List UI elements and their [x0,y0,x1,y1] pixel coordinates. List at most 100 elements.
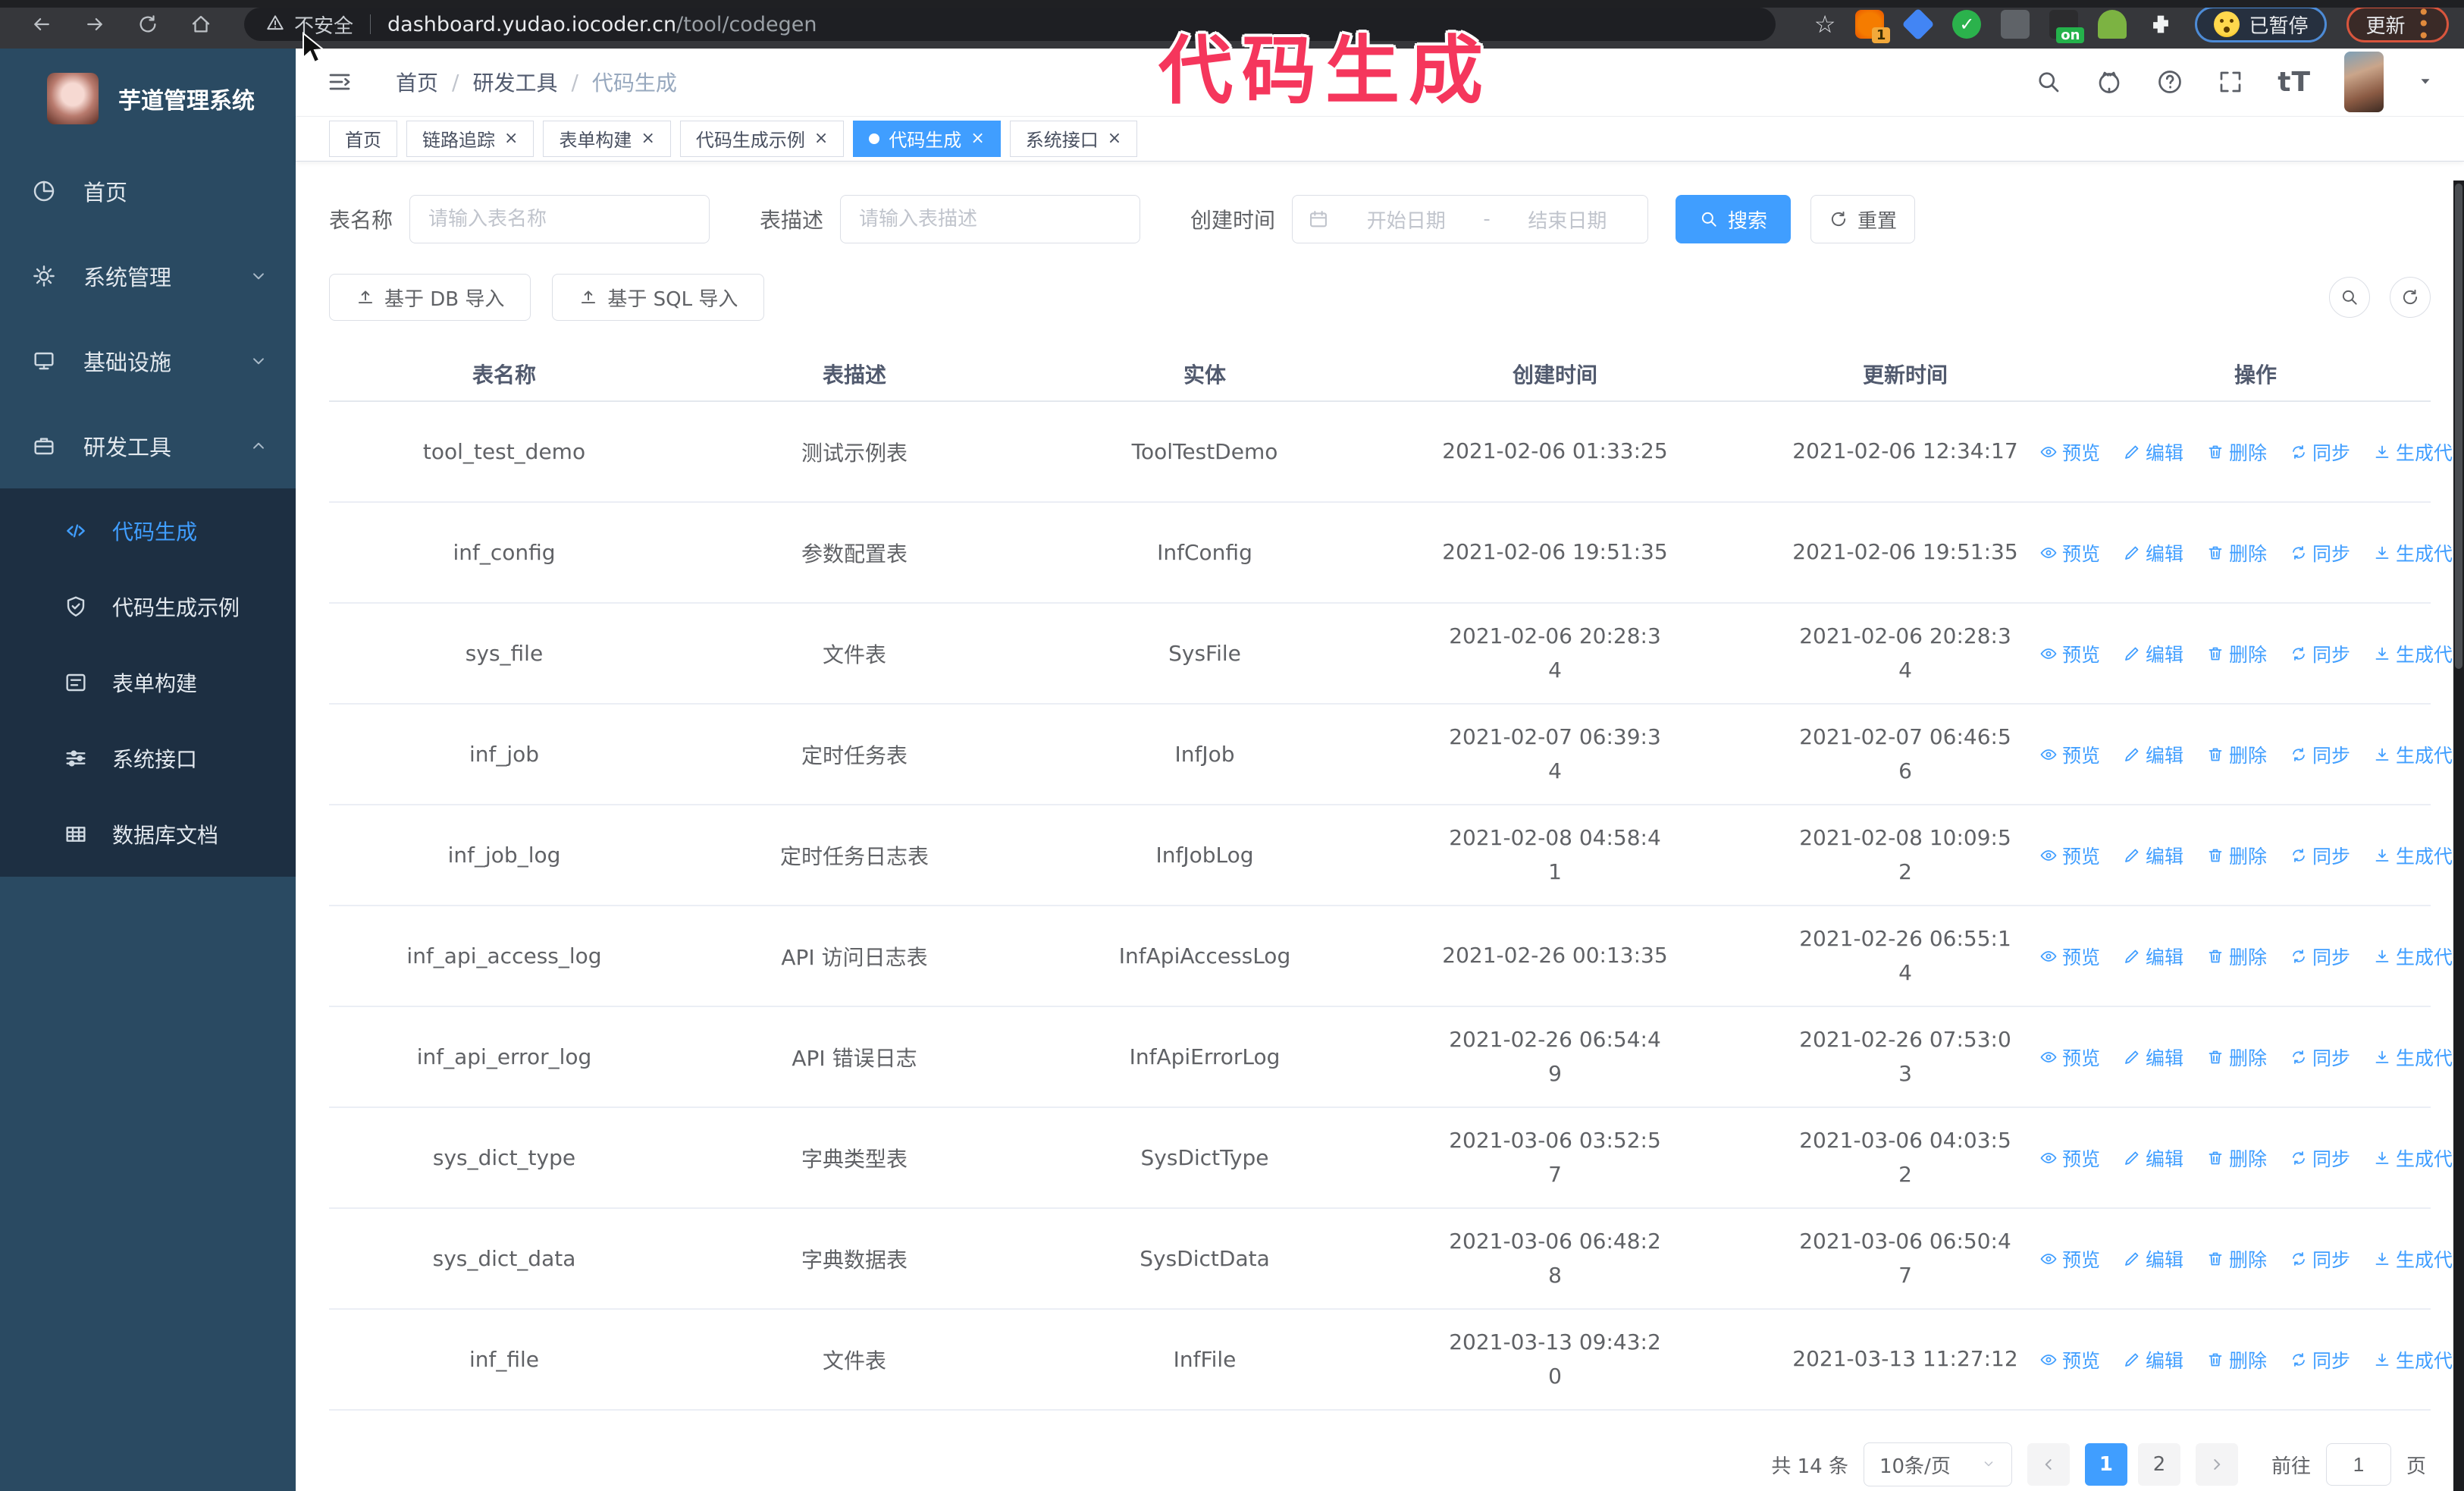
table-row[interactable]: inf_job_log 定时任务日志表 InfJobLog 2021-02-08… [329,805,2464,906]
search-button[interactable]: 搜索 [1676,195,1792,243]
edit-link[interactable]: 编辑 [2123,438,2183,466]
preview-link[interactable]: 预览 [2039,1245,2100,1273]
generate-code-link[interactable]: 生成代码 [2373,640,2464,667]
sync-link[interactable]: 同步 [2290,438,2350,466]
import-db-button[interactable]: 基于 DB 导入 [329,274,531,321]
generate-code-link[interactable]: 生成代码 [2373,741,2464,768]
dark-extension-icon[interactable]: on [2049,10,2085,43]
preview-link[interactable]: 预览 [2039,842,2100,869]
sidebar-item[interactable]: 研发工具 [0,403,296,488]
toggle-search-button[interactable] [2329,277,2370,318]
table-row[interactable]: inf_job 定时任务表 InfJob 2021-02-07 06:39:3 … [329,704,2464,805]
table-row[interactable]: sys_dict_data 字典数据表 SysDictData 2021-03-… [329,1208,2464,1310]
sync-link[interactable]: 同步 [2290,539,2350,567]
breadcrumb-item[interactable]: 代码生成 [592,67,677,97]
refresh-button[interactable] [2390,277,2431,318]
reset-button[interactable]: 重置 [1810,195,1916,243]
view-tab[interactable]: 代码生成 × [853,120,1001,157]
forward-icon[interactable] [83,13,106,36]
delete-link[interactable]: 删除 [2206,1144,2267,1172]
table-row[interactable]: inf_config 参数配置表 InfConfig 2021-02-06 19… [329,502,2464,604]
delete-link[interactable]: 删除 [2206,943,2267,970]
delete-link[interactable]: 删除 [2206,640,2267,667]
sync-link[interactable]: 同步 [2290,1044,2350,1071]
sidebar-subitem[interactable]: 代码生成示例 [0,569,296,645]
delete-link[interactable]: 删除 [2206,438,2267,466]
edit-link[interactable]: 编辑 [2123,539,2183,567]
sync-link[interactable]: 同步 [2290,842,2350,869]
breadcrumb-item[interactable]: 研发工具 [472,67,557,97]
start-date-placeholder[interactable]: 开始日期 [1341,206,1471,234]
edit-link[interactable]: 编辑 [2123,1044,2183,1071]
page-number-button[interactable]: 1 [2084,1443,2127,1486]
date-range-picker[interactable]: 开始日期 - 结束日期 [1292,195,1649,243]
paused-badge[interactable]: 已暂停 [2195,6,2328,42]
table-row[interactable]: inf_api_access_log API 访问日志表 InfApiAcces… [329,906,2464,1007]
view-tab[interactable]: 代码生成示例 × [679,120,845,157]
font-size-icon[interactable]: tT [2277,67,2311,98]
close-icon[interactable]: × [970,129,984,148]
generate-code-link[interactable]: 生成代码 [2373,1245,2464,1273]
menu-dots-icon[interactable]: • • • [2417,2,2430,46]
sync-link[interactable]: 同步 [2290,741,2350,768]
delete-link[interactable]: 删除 [2206,1346,2267,1373]
next-page-button[interactable] [2195,1443,2238,1486]
page-scrollbar[interactable] [2453,180,2464,1491]
view-tab[interactable]: 链路追踪 × [406,120,534,157]
sidebar-subitem[interactable]: 表单构建 [0,645,296,720]
table-row[interactable]: tool_test_demo 测试示例表 ToolTestDemo 2021-0… [329,401,2464,503]
home-icon[interactable] [190,13,212,36]
table-row[interactable]: inf_file 文件表 InfFile 2021-03-13 09:43:2 … [329,1309,2464,1411]
close-icon[interactable]: × [814,129,828,148]
sidebar-item[interactable]: 基础设施 [0,319,296,403]
columns-extension-icon[interactable] [2001,10,2030,39]
end-date-placeholder[interactable]: 结束日期 [1503,206,1632,234]
sidebar-item[interactable]: 系统管理 [0,234,296,319]
table-row[interactable]: sys_dict_type 字典类型表 SysDictType 2021-03-… [329,1107,2464,1209]
generate-code-link[interactable]: 生成代码 [2373,539,2464,567]
edit-link[interactable]: 编辑 [2123,741,2183,768]
update-button[interactable]: 更新 • • • [2346,2,2449,46]
check-extension-icon[interactable]: ✓ [1952,10,1982,39]
view-tab[interactable]: 表单构建 × [543,120,671,157]
github-icon[interactable] [2096,68,2123,96]
goto-page-input[interactable] [2325,1443,2391,1486]
close-icon[interactable]: × [1108,129,1121,148]
user-avatar[interactable] [2344,52,2384,113]
reload-icon[interactable] [136,13,159,36]
breadcrumb-item[interactable]: 首页 [396,67,438,97]
generate-code-link[interactable]: 生成代码 [2373,943,2464,970]
sidebar-subitem[interactable]: 代码生成 [0,493,296,569]
delete-link[interactable]: 删除 [2206,741,2267,768]
sync-link[interactable]: 同步 [2290,1346,2350,1373]
gem-extension-icon[interactable] [1901,8,1935,41]
sync-link[interactable]: 同步 [2290,1144,2350,1172]
generate-code-link[interactable]: 生成代码 [2373,1144,2464,1172]
table-name-input[interactable] [409,195,710,243]
preview-link[interactable]: 预览 [2039,640,2100,667]
page-size-select[interactable]: 10条/页 [1863,1442,2012,1486]
generate-code-link[interactable]: 生成代码 [2373,438,2464,466]
sync-link[interactable]: 同步 [2290,1245,2350,1273]
generate-code-link[interactable]: 生成代码 [2373,1346,2464,1373]
help-icon[interactable] [2156,68,2183,96]
edit-link[interactable]: 编辑 [2123,1144,2183,1172]
edit-link[interactable]: 编辑 [2123,1245,2183,1273]
page-number-button[interactable]: 2 [2137,1443,2180,1486]
edit-link[interactable]: 编辑 [2123,1346,2183,1373]
hamburger-icon[interactable] [326,68,353,96]
view-tab[interactable]: 首页 [329,120,397,157]
preview-link[interactable]: 预览 [2039,741,2100,768]
delete-link[interactable]: 删除 [2206,842,2267,869]
close-icon[interactable]: × [641,129,654,148]
address-bar[interactable]: 不安全 dashboard.yudao.iocoder.cn/tool/code… [244,8,1776,41]
delete-link[interactable]: 删除 [2206,1044,2267,1071]
key-extension-icon[interactable] [2098,10,2127,39]
sync-link[interactable]: 同步 [2290,640,2350,667]
user-menu-caret-icon[interactable] [2417,73,2434,92]
search-icon[interactable] [2035,68,2062,96]
sync-link[interactable]: 同步 [2290,943,2350,970]
edit-link[interactable]: 编辑 [2123,943,2183,970]
extension-icon[interactable]: 1 [1855,10,1891,43]
delete-link[interactable]: 删除 [2206,1245,2267,1273]
